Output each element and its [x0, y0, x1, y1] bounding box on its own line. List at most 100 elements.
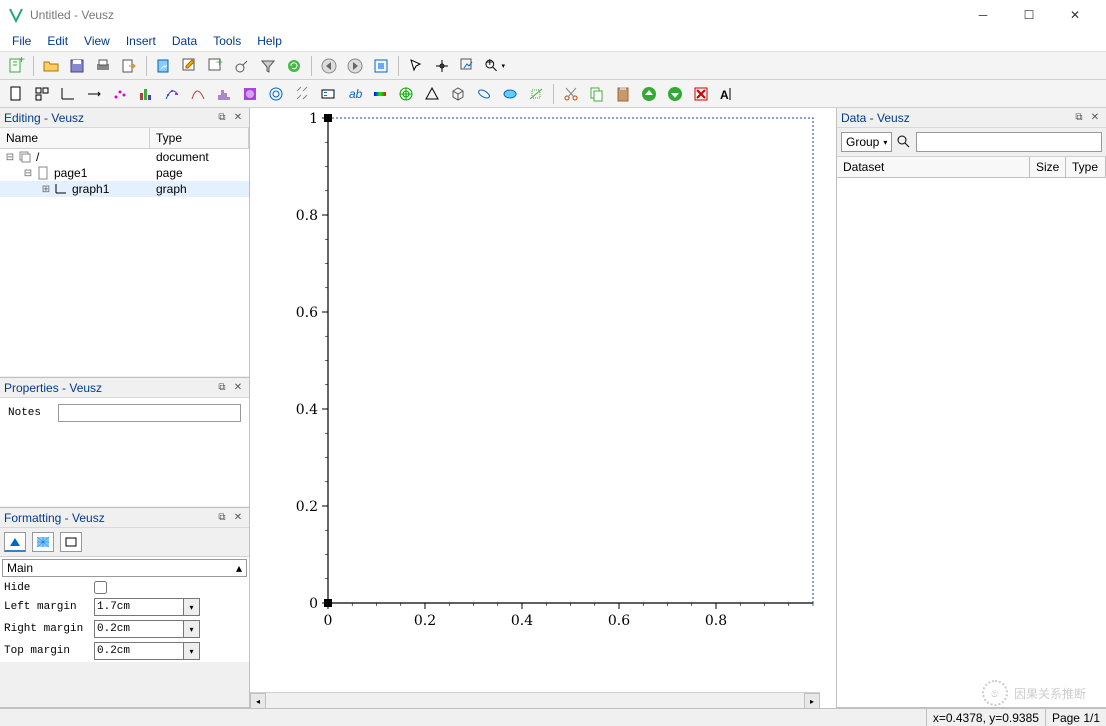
add-image-button[interactable] [238, 82, 262, 106]
add-grid-button[interactable] [30, 82, 54, 106]
top-margin-input[interactable] [94, 642, 184, 660]
prev-page-button[interactable] [317, 54, 341, 78]
data-close-button[interactable]: ✕ [1088, 111, 1102, 125]
add-bar-button[interactable] [134, 82, 158, 106]
formatting-tab-main[interactable] [4, 532, 26, 552]
move-up-button[interactable] [637, 82, 661, 106]
data-search-input[interactable] [916, 132, 1102, 152]
add-3d-button[interactable] [446, 82, 470, 106]
formatting-section-main[interactable]: Main▴ [2, 559, 247, 577]
data-group-dropdown[interactable]: Group▾ [841, 132, 892, 152]
tree-row-graph1[interactable]: ⊞graph1graph [0, 181, 249, 197]
left-margin-input[interactable] [94, 598, 184, 616]
tree-toggle[interactable]: ⊟ [4, 152, 16, 163]
add-histogram-button[interactable] [212, 82, 236, 106]
add-vector-button[interactable] [290, 82, 314, 106]
reload-button[interactable] [282, 54, 306, 78]
notes-label: Notes [8, 407, 58, 419]
add-xy-button[interactable] [108, 82, 132, 106]
svg-text:ab: ab [349, 87, 363, 101]
add-colorbar-button[interactable] [368, 82, 392, 106]
notes-input[interactable] [58, 404, 241, 422]
maximize-button[interactable]: ☐ [1006, 0, 1052, 30]
right-margin-dropdown[interactable]: ▾ [184, 620, 200, 638]
rename-button[interactable]: A [715, 82, 739, 106]
formatting-tab-background[interactable] [32, 532, 54, 552]
data-header-size[interactable]: Size [1030, 157, 1066, 177]
formatting-close-button[interactable]: ✕ [231, 511, 245, 525]
hide-checkbox[interactable] [94, 581, 107, 594]
create-data-button[interactable]: + [204, 54, 228, 78]
menu-help[interactable]: Help [249, 32, 290, 50]
menu-file[interactable]: File [4, 32, 39, 50]
right-margin-input[interactable] [94, 620, 184, 638]
tree-toggle[interactable]: ⊟ [22, 168, 34, 179]
paste-button[interactable] [611, 82, 635, 106]
menu-edit[interactable]: Edit [39, 32, 76, 50]
delete-button[interactable] [689, 82, 713, 106]
add-function-button[interactable] [186, 82, 210, 106]
edit-data-button[interactable] [178, 54, 202, 78]
tree-toggle[interactable]: ⊞ [40, 184, 52, 195]
new-doc-button[interactable]: + [4, 54, 28, 78]
tree-header-type[interactable]: Type [150, 128, 249, 148]
tree-row-root[interactable]: ⊟/document [0, 149, 249, 165]
add-contour-button[interactable] [264, 82, 288, 106]
capture-button[interactable] [230, 54, 254, 78]
next-page-button[interactable] [343, 54, 367, 78]
data-header-type[interactable]: Type [1066, 157, 1106, 177]
svg-text:+: + [18, 57, 25, 66]
zoom-menu-button[interactable]: +▾ [482, 54, 506, 78]
scroll-right-button[interactable]: ▸ [804, 693, 820, 708]
add-axis-button[interactable] [82, 82, 106, 106]
save-button[interactable] [65, 54, 89, 78]
add-line-button[interactable] [524, 82, 548, 106]
data-panel: Data - Veusz ⧉ ✕ Group▾ Dataset Size Typ… [837, 108, 1106, 708]
copy-button[interactable] [585, 82, 609, 106]
select-tool[interactable] [404, 54, 428, 78]
add-label-button[interactable]: ab [342, 82, 366, 106]
close-button[interactable]: ✕ [1052, 0, 1098, 30]
zoom-fit-button[interactable] [369, 54, 393, 78]
tree-header-name[interactable]: Name [0, 128, 150, 148]
menu-data[interactable]: Data [164, 32, 205, 50]
cut-button[interactable] [559, 82, 583, 106]
export-button[interactable] [117, 54, 141, 78]
formatting-tab-border[interactable] [60, 532, 82, 552]
menu-insert[interactable]: Insert [118, 32, 164, 50]
minimize-button[interactable]: ─ [960, 0, 1006, 30]
add-fit-button[interactable] [160, 82, 184, 106]
properties-undock-button[interactable]: ⧉ [215, 381, 229, 395]
move-down-button[interactable] [663, 82, 687, 106]
zoom-graph-tool[interactable] [456, 54, 480, 78]
properties-close-button[interactable]: ✕ [231, 381, 245, 395]
open-button[interactable] [39, 54, 63, 78]
tree-row-page1[interactable]: ⊟page1page [0, 165, 249, 181]
formatting-undock-button[interactable]: ⧉ [215, 511, 229, 525]
menu-tools[interactable]: Tools [205, 32, 249, 50]
editing-undock-button[interactable]: ⧉ [215, 111, 229, 125]
editing-close-button[interactable]: ✕ [231, 111, 245, 125]
import-data-button[interactable] [152, 54, 176, 78]
plot-canvas[interactable]: 00.20.40.60.800.20.40.60.81 ◂ ▸ [250, 108, 836, 708]
data-undock-button[interactable]: ⧉ [1072, 111, 1086, 125]
menu-view[interactable]: View [76, 32, 118, 50]
print-button[interactable] [91, 54, 115, 78]
add-covariance-button[interactable] [472, 82, 496, 106]
horizontal-scrollbar[interactable]: ◂ ▸ [250, 692, 820, 708]
data-header-dataset[interactable]: Dataset [837, 157, 1030, 177]
svg-text:0: 0 [324, 613, 333, 629]
add-graph-button[interactable] [56, 82, 80, 106]
page-icon [36, 166, 50, 180]
scroll-left-button[interactable]: ◂ [250, 693, 266, 708]
left-margin-dropdown[interactable]: ▾ [184, 598, 200, 616]
read-values-tool[interactable] [430, 54, 454, 78]
filter-button[interactable] [256, 54, 280, 78]
add-polar-button[interactable] [394, 82, 418, 106]
top-margin-label: Top margin [4, 645, 94, 657]
add-key-button[interactable] [316, 82, 340, 106]
add-page-button[interactable] [4, 82, 28, 106]
add-ternary-button[interactable] [420, 82, 444, 106]
add-shape-button[interactable] [498, 82, 522, 106]
top-margin-dropdown[interactable]: ▾ [184, 642, 200, 660]
